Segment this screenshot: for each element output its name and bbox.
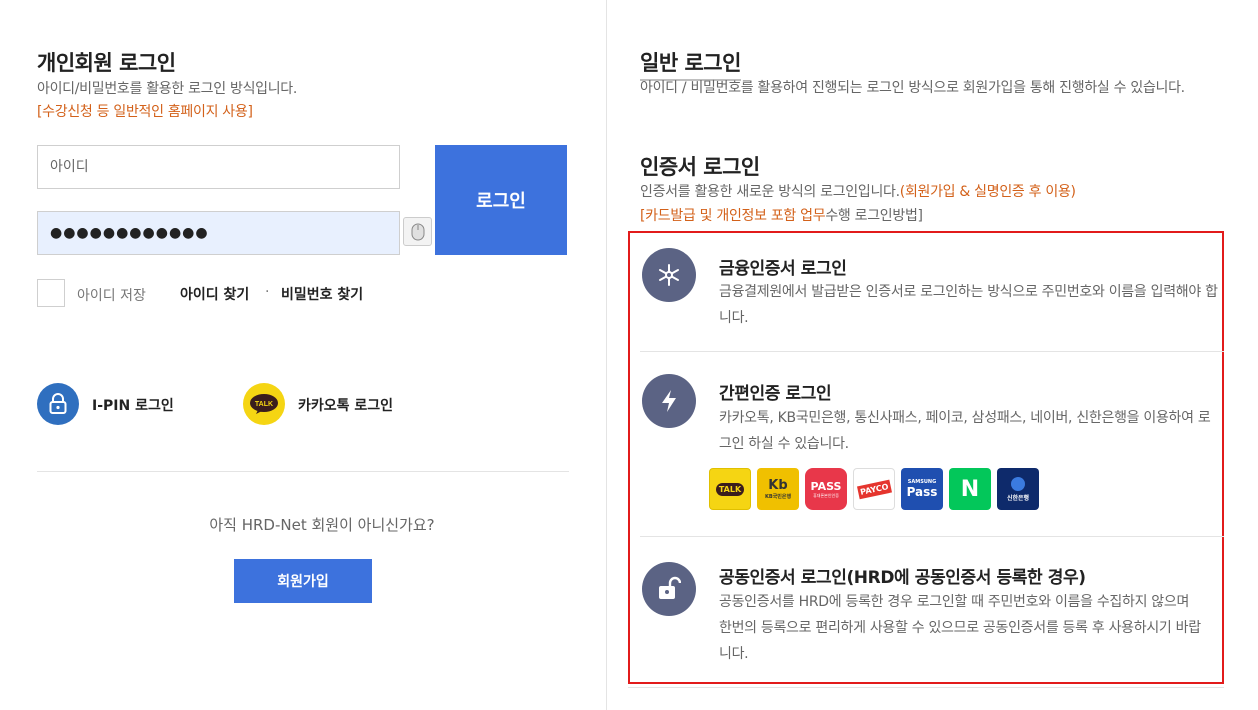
provider-logos: TALK Kb KB국민은행 PASS 휴대폰본인인증 PAYCO SAMSUN… [709,468,1039,510]
kakao-logo-icon[interactable]: TALK [709,468,751,510]
samsung-pass-logo-icon[interactable]: SAMSUNG Pass [901,468,943,510]
pass-chip-text: PASS [810,479,842,493]
personal-login-panel: 개인회원 로그인 아이디/비밀번호를 활용한 로그인 방식입니다. [수강신청 … [0,0,606,710]
joint-cert-card[interactable]: 공동인증서 로그인(HRD에 공동인증서 등록한 경우) 공동인증서를 HRD에… [640,537,1224,682]
kakao-talk-icon[interactable]: TALK [243,383,285,425]
shinhan-chip-text: 신한은행 [1006,494,1030,502]
cert-login-desc: 인증서를 활용한 새로운 방식의 로그인입니다.(회원가입 & 실명인증 후 이… [640,181,1076,201]
cert-login-title: 인증서 로그인 [640,155,760,179]
personal-login-note: [수강신청 등 일반적인 홈페이지 사용] [37,104,253,120]
kakao-chip-text: TALK [715,482,745,496]
joint-cert-desc: 공동인증서를 HRD에 등록한 경우 로그인할 때 주민번호와 이름을 수집하지… [719,594,1201,662]
financial-cert-card[interactable]: 금융인증서 로그인 금융결제원에서 발급받은 인증서로 로그인하는 방식으로 주… [640,233,1224,351]
simple-auth-title: 간편인증 로그인 [719,384,832,404]
link-separator: · [265,284,270,300]
cert-methods-box: 금융인증서 로그인 금융결제원에서 발급받은 인증서로 로그인하는 방식으로 주… [628,231,1224,684]
find-id-link[interactable]: 아이디 찾기 [180,284,249,304]
kakao-badge-text: TALK [255,401,273,408]
financial-cert-desc: 금융결제원에서 발급받은 인증서로 로그인하는 방식으로 주민번호와 이름을 입… [719,284,1218,326]
cert-desc2-rest: 수행 로그인방법] [825,208,923,224]
shinhan-logo-icon[interactable]: 신한은행 [997,468,1039,510]
kb-logo-icon[interactable]: Kb KB국민은행 [757,468,799,510]
general-login-desc: 아이디 / 비밀번호를 활용하여 진행되는 로그인 방식으로 회원가입을 통해 … [640,80,1185,96]
payco-logo-icon[interactable]: PAYCO [853,468,895,510]
general-login-title: 일반 로그인 [640,47,741,81]
password-input[interactable]: ●●●●●●●●●●●● [37,211,400,255]
naver-logo-icon[interactable]: N [949,468,991,510]
simple-auth-desc: 카카오톡, KB국민은행, 통신사패스, 페이코, 삼성패스, 네이버, 신한은… [719,410,1211,452]
financial-cert-icon [642,248,696,302]
divider [37,471,569,472]
lightning-icon [642,374,696,428]
samsung-chip-text: Pass [906,485,938,499]
payco-chip-text: PAYCO [856,479,892,499]
signup-prompt: 아직 HRD-Net 회원이 아니신가요? [209,516,435,534]
mouse-icon [411,223,424,240]
bottom-divider [628,687,1224,688]
kakao-login-link[interactable]: 카카오톡 로그인 [298,395,393,415]
save-id-label: 아이디 저장 [77,288,146,304]
kb-chip-text: KB국민은행 [764,494,792,500]
unlock-icon [642,562,696,616]
lock-icon[interactable] [37,383,79,425]
virtual-keyboard-button[interactable] [403,217,432,246]
id-input[interactable]: 아이디 [37,145,400,189]
naver-chip-text: N [960,476,980,502]
cert-desc-orange: (회원가입 & 실명인증 후 이용) [899,184,1076,200]
find-password-link[interactable]: 비밀번호 찾기 [281,284,363,304]
financial-cert-title: 금융인증서 로그인 [719,259,847,279]
login-methods-panel: 일반 로그인 아이디 / 비밀번호를 활용하여 진행되는 로그인 방식으로 회원… [607,0,1258,710]
pass-logo-icon[interactable]: PASS 휴대폰본인인증 [805,468,847,510]
save-id-checkbox[interactable] [37,279,65,307]
personal-login-desc: 아이디/비밀번호를 활용한 로그인 방식입니다. [37,81,298,97]
ipin-login-link[interactable]: I-PIN 로그인 [92,395,174,415]
cert-login-desc2: [카드발급 및 개인정보 포함 업무수행 로그인방법] [640,205,923,225]
joint-cert-title: 공동인증서 로그인(HRD에 공동인증서 등록한 경우) [719,568,1086,588]
cert-desc2-orange: [카드발급 및 개인정보 포함 업무 [640,208,826,224]
pass-chip-sub: 휴대폰본인인증 [813,492,839,498]
cert-desc-main: 인증서를 활용한 새로운 방식의 로그인입니다. [640,184,900,200]
login-button[interactable]: 로그인 [435,145,567,255]
personal-login-title: 개인회원 로그인 [37,51,176,75]
signup-button[interactable]: 회원가입 [234,559,372,603]
